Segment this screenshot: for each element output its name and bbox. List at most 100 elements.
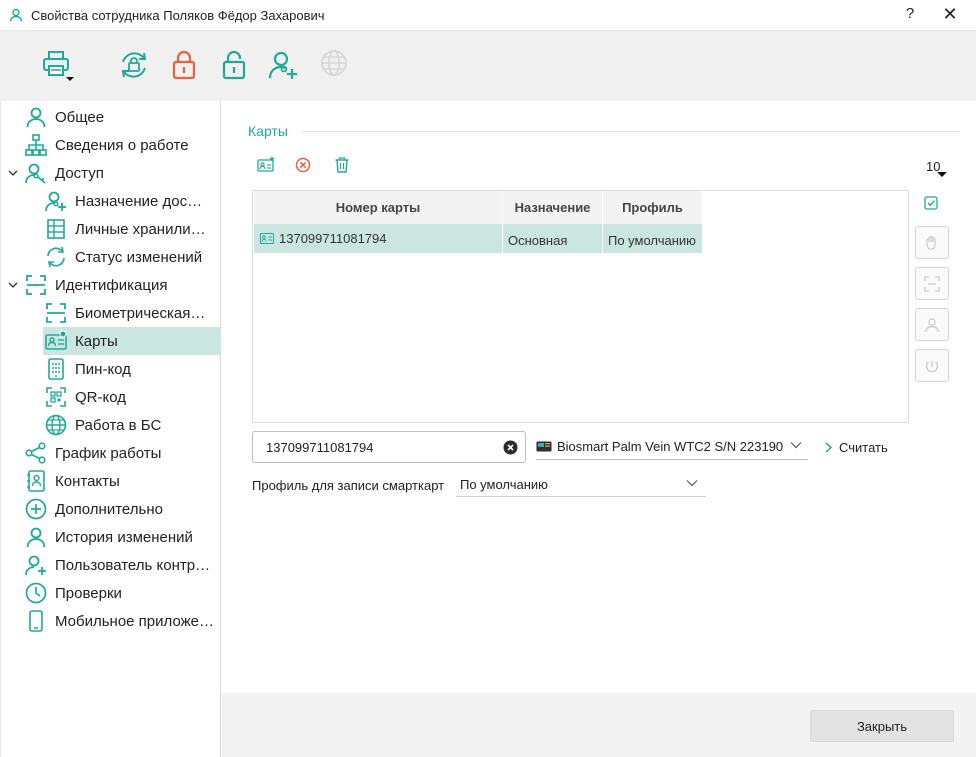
table-row[interactable]: 137099711081794 Основная По умолчанию — [254, 224, 703, 253]
sidebar-item-bs[interactable]: Работа в БС — [45, 411, 221, 439]
sidebar-item-label: График работы — [55, 444, 162, 462]
read-button[interactable]: Считать — [825, 440, 888, 455]
sidebar-item-label: Общее — [55, 108, 105, 126]
share-icon — [25, 442, 47, 464]
card-number-value: 137099711081794 — [279, 231, 387, 246]
footer: Закрыть — [222, 693, 976, 757]
sidebar-item-additional[interactable]: Дополнительно — [25, 495, 221, 523]
column-header-card-number[interactable]: Номер карты — [254, 191, 503, 224]
add-access-button[interactable] — [268, 49, 300, 81]
sidebar-item-cards[interactable]: Карты — [43, 327, 221, 355]
unlock-button[interactable] — [220, 49, 252, 81]
scan-icon — [45, 302, 67, 324]
sidebar-item-label: Идентификация — [55, 276, 168, 294]
sidebar-item-label: Дополнительно — [55, 500, 163, 518]
profile-label: Профиль для записи смарткарт — [252, 478, 445, 493]
column-header-profile[interactable]: Профиль — [603, 191, 703, 224]
storage-icon — [45, 218, 67, 240]
scan-icon — [25, 274, 47, 296]
help-button[interactable]: ? — [903, 5, 917, 22]
chevron-down-icon[interactable] — [936, 171, 948, 178]
sidebar-item-label: Доступ — [55, 164, 104, 182]
sidebar-item-qr[interactable]: QR-код — [45, 383, 221, 411]
sidebar-item-storage[interactable]: Личные хранилища — [45, 215, 221, 243]
sidebar-item-history[interactable]: История изменений — [25, 523, 221, 551]
refresh-icon — [45, 246, 67, 268]
table-cell-card-number: 137099711081794 — [254, 224, 503, 253]
access-assign-icon — [45, 190, 67, 212]
table-cell-purpose: Основная — [503, 224, 603, 253]
profile-select[interactable]: По умолчанию — [456, 472, 706, 497]
chevron-down-icon — [686, 479, 698, 487]
title-bar: Свойства сотрудника Поляков Фёдор Захаро… — [0, 0, 976, 31]
chevron-down-icon[interactable] — [7, 279, 19, 291]
clock-icon — [25, 582, 47, 604]
card-number-input-value: 137099711081794 — [266, 439, 374, 455]
sidebar-item-access[interactable]: Доступ — [25, 159, 221, 187]
printer-icon — [41, 49, 74, 83]
lock-button[interactable] — [170, 49, 202, 81]
close-window-button[interactable]: ✕ — [940, 4, 960, 25]
table-cell-profile: По умолчанию — [603, 224, 703, 253]
lock-icon — [170, 49, 202, 81]
close-button[interactable]: Закрыть — [810, 710, 954, 742]
read-button-label: Считать — [839, 440, 888, 455]
sidebar-item-label: Сведения о работе — [55, 136, 189, 154]
sidebar-item-mobile[interactable]: Мобильное приложение — [25, 607, 221, 635]
sidebar-item-label: Карты — [75, 332, 118, 350]
sidebar-item-label: История изменений — [55, 528, 193, 546]
sidebar-item-label: Мобильное приложение — [55, 612, 217, 630]
reset-button[interactable] — [915, 349, 949, 382]
phone-icon — [25, 610, 47, 632]
card-icon — [45, 330, 67, 352]
main-content: Карты 10 Номер карты Назначение Профиль … — [222, 101, 976, 693]
print-button[interactable] — [41, 49, 74, 83]
face-button[interactable] — [915, 308, 949, 341]
sidebar-item-checks[interactable]: Проверки — [25, 579, 221, 607]
sidebar-item-controller-user[interactable]: Пользователь контроллера — [25, 551, 221, 579]
user-add-icon — [268, 49, 300, 81]
sidebar-item-label: Назначение доступа — [75, 192, 209, 210]
toolbar — [0, 31, 976, 101]
sidebar-item-schedule[interactable]: График работы — [25, 439, 221, 467]
delete-card-button[interactable] — [333, 156, 351, 174]
reader-select[interactable]: Biosmart Palm Vein WTC2 S/N 223190 — [536, 433, 808, 460]
palm-scan-button[interactable] — [915, 226, 949, 259]
column-header-purpose[interactable]: Назначение — [503, 191, 603, 224]
sidebar-item-work-info[interactable]: Сведения о работе — [25, 131, 221, 159]
select-all-button[interactable] — [924, 196, 938, 210]
section-title: Карты — [248, 123, 288, 139]
sync-lock-button[interactable] — [118, 49, 150, 81]
org-chart-icon — [25, 134, 47, 156]
sidebar-item-contacts[interactable]: Контакты — [25, 467, 221, 495]
sidebar-item-label: Биометрическая идентификация — [75, 304, 207, 322]
sidebar-item-identification[interactable]: Идентификация — [25, 271, 221, 299]
chevron-down-icon[interactable] — [7, 167, 19, 179]
sidebar-item-access-assign[interactable]: Назначение доступа — [45, 187, 221, 215]
user-icon — [9, 8, 23, 22]
chevron-down-icon — [790, 441, 802, 449]
profile-select-value: По умолчанию — [460, 476, 548, 492]
remove-card-button[interactable] — [294, 156, 312, 174]
sidebar-item-biometric[interactable]: Биометрическая идентификация — [45, 299, 221, 327]
contacts-icon — [25, 470, 47, 492]
access-icon — [25, 162, 47, 184]
plus-circle-icon — [25, 498, 47, 520]
sidebar-item-pin[interactable]: Пин-код — [45, 355, 221, 383]
cards-table: Номер карты Назначение Профиль 137099711… — [252, 190, 909, 423]
user-icon — [25, 526, 47, 548]
sidebar-item-label: Пин-код — [75, 360, 131, 378]
scan-button[interactable] — [915, 267, 949, 300]
trash-icon — [333, 156, 351, 174]
card-number-input[interactable]: 137099711081794 — [252, 431, 526, 463]
sidebar-item-label: Пользователь контроллера — [55, 556, 217, 574]
sidebar-item-change-status[interactable]: Статус изменений — [45, 243, 221, 271]
add-card-button[interactable] — [257, 156, 275, 174]
web-button[interactable] — [320, 49, 352, 81]
sidebar-item-general[interactable]: Общее — [25, 103, 221, 131]
clear-icon[interactable] — [503, 440, 518, 455]
sidebar-item-label: Личные хранилища — [75, 220, 209, 238]
reader-device-icon — [536, 440, 552, 452]
sidebar-item-label: Статус изменений — [75, 248, 203, 266]
sidebar-item-label: Проверки — [55, 584, 122, 602]
